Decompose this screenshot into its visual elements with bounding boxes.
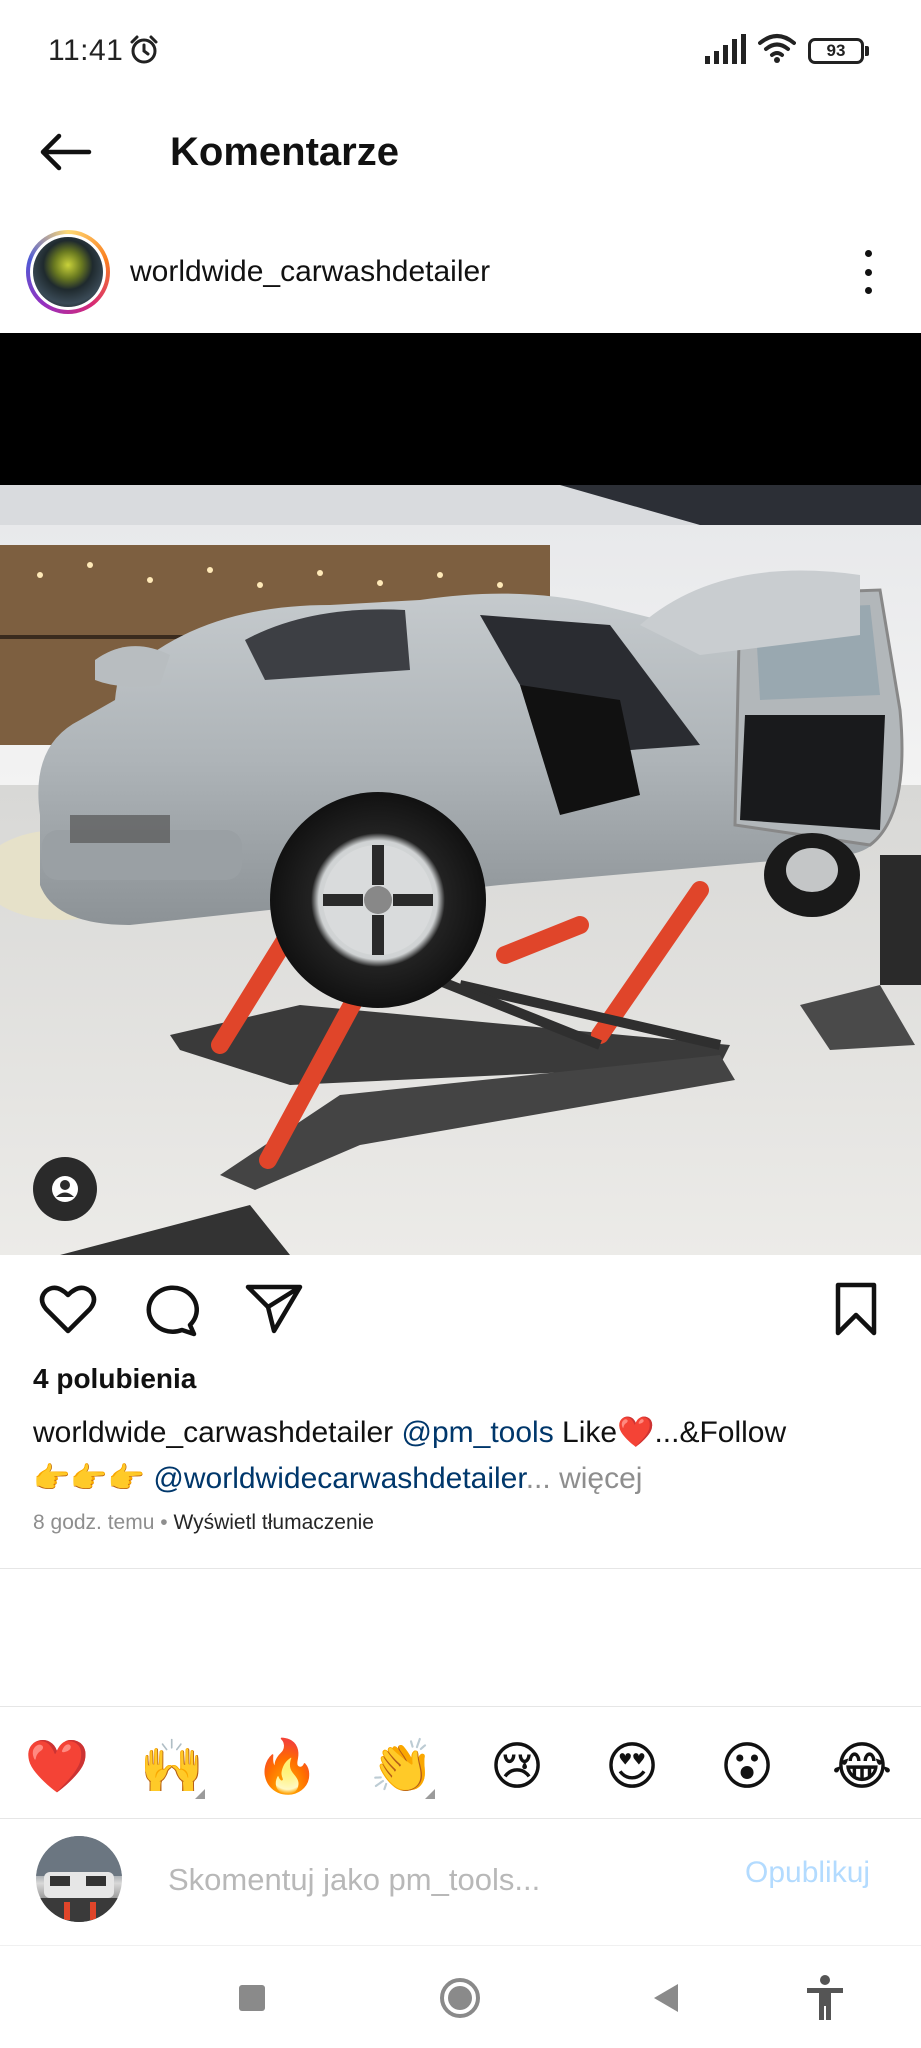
post-actions — [0, 1255, 921, 1355]
battery-level: 93 — [808, 38, 864, 64]
user-tag-icon — [52, 1176, 78, 1202]
status-time: 11:41 — [48, 34, 124, 67]
reaction-laughing[interactable]: 😂 — [827, 1735, 897, 1799]
caption-ellipsis: ... — [525, 1462, 551, 1495]
wifi-icon — [758, 34, 796, 63]
recents-button[interactable] — [222, 1970, 282, 2026]
more-vertical-icon[interactable] — [846, 242, 890, 302]
reaction-clap-emoji: 👏 — [369, 1737, 435, 1797]
reaction-surprised[interactable]: 😮 — [712, 1735, 782, 1799]
header: Komentarze — [0, 100, 921, 210]
caption-username[interactable]: worldwide_carwashdetailer — [33, 1416, 393, 1449]
pointing-emoji: 👉👉👉 — [33, 1462, 146, 1495]
caption-mention-pm-tools[interactable]: @pm_tools — [402, 1416, 554, 1449]
reaction-fire[interactable]: 🔥 — [252, 1735, 322, 1799]
bookmark-icon[interactable] — [826, 1281, 886, 1337]
current-user-avatar — [36, 1836, 122, 1922]
reaction-heart[interactable]: ❤️ — [22, 1735, 92, 1799]
publish-button[interactable]: Opublikuj — [745, 1856, 870, 1890]
back-triangle-icon — [654, 1984, 678, 2012]
post-caption: worldwide_carwashdetailer @pm_tools Like… — [33, 1410, 893, 1502]
likes-count[interactable]: 4 polubienia — [33, 1363, 196, 1395]
recents-square-icon — [239, 1985, 265, 2011]
comment-input[interactable] — [168, 1850, 728, 1910]
author-avatar[interactable] — [26, 230, 110, 314]
emoji-reactions-bar: ❤️ 🙌 🔥 👏 😢 😍 😮 😂 — [0, 1707, 921, 1817]
heart-emoji: ❤️ — [617, 1416, 655, 1449]
post-photo[interactable] — [0, 333, 921, 1255]
post-author-row: worldwide_carwashdetailer — [0, 220, 921, 330]
arrow-left-icon — [40, 133, 92, 171]
caption-text: Like — [553, 1416, 618, 1449]
home-circle-icon — [440, 1978, 480, 2018]
share-icon[interactable] — [244, 1281, 304, 1337]
accessibility-icon — [807, 1975, 843, 2020]
back-nav-button[interactable] — [636, 1970, 696, 2026]
divider — [0, 1818, 921, 1819]
author-username[interactable]: worldwide_carwashdetailer — [130, 250, 490, 294]
accessibility-button[interactable] — [795, 1970, 855, 2026]
back-button[interactable] — [30, 122, 100, 182]
page-title: Komentarze — [170, 130, 399, 174]
tag-button[interactable] — [33, 1157, 97, 1221]
car-on-lift-image — [0, 485, 921, 1255]
caption-mention-worldwide[interactable]: @worldwidecarwashdetailer — [153, 1462, 525, 1495]
system-nav-bar — [0, 1948, 921, 2048]
divider — [0, 1945, 921, 1946]
reaction-raised-hands[interactable]: 🙌 — [137, 1735, 207, 1799]
post-time: 8 godz. temu — [33, 1511, 155, 1534]
home-button[interactable] — [430, 1970, 490, 2026]
status-bar: 11:41 93 — [0, 0, 921, 100]
meta-separator: • — [160, 1511, 168, 1534]
reaction-heart-eyes[interactable]: 😍 — [597, 1735, 667, 1799]
alarm-icon — [130, 35, 158, 64]
heart-icon[interactable] — [38, 1281, 98, 1337]
comment-bar: Opublikuj — [0, 1820, 921, 1945]
signal-icon — [705, 34, 746, 64]
comment-icon[interactable] — [140, 1281, 200, 1337]
post-meta: 8 godz. temu • Wyświetl tłumaczenie — [33, 1511, 374, 1535]
divider — [0, 1568, 921, 1569]
reaction-raised-hands-emoji: 🙌 — [139, 1737, 205, 1797]
see-more-link[interactable]: więcej — [559, 1462, 642, 1495]
reaction-clap[interactable]: 👏 — [367, 1735, 437, 1799]
reaction-crying[interactable]: 😢 — [482, 1735, 552, 1799]
battery-icon: 93 — [808, 38, 870, 64]
translate-link[interactable]: Wyświetl tłumaczenie — [173, 1511, 374, 1534]
caption-text-follow: ...&Follow — [654, 1416, 787, 1449]
